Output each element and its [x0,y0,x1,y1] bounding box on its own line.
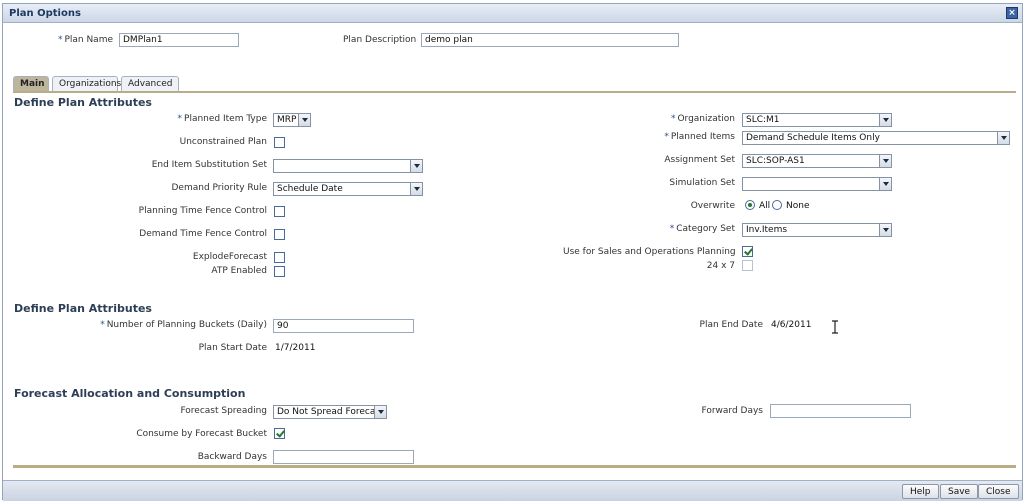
overwrite-none-radio[interactable] [772,200,782,210]
plan-options-dialog: Plan Options × * Plan Name DMPlan1 Plan D… [2,3,1023,501]
explode-forecast-checkbox[interactable] [274,252,285,263]
plan-name-label: * Plan Name [57,35,113,45]
tab-divider [13,91,1016,93]
planned-item-type-label: * Planned Item Type [177,114,267,124]
assignment-set-label: Assignment Set [664,155,735,165]
twenty-four-by-seven-checkbox[interactable] [742,260,753,271]
consume-by-forecast-bucket-label: Consume by Forecast Bucket [136,429,267,439]
dialog-titlebar: Plan Options × [3,4,1022,23]
planning-time-fence-control-label: Planning Time Fence Control [138,206,267,216]
number-of-planning-buckets-label: * Number of Planning Buckets (Daily) [100,320,267,330]
plan-end-date-value: 4/6/2011 [771,320,812,330]
organization-select[interactable]: SLC:M1 [742,113,892,127]
category-set-label: * Category Set [669,224,735,234]
forward-days-field[interactable] [770,404,911,418]
planned-item-type-select[interactable]: MRP [273,113,311,127]
demand-time-fence-control-checkbox[interactable] [274,229,285,240]
plan-start-date-value: 1/7/2011 [275,343,316,353]
help-button[interactable]: Help [902,484,939,499]
close-button[interactable]: Close [978,484,1019,499]
category-set-select[interactable]: Inv.Items [742,223,892,237]
use-for-sop-checkbox[interactable] [742,246,753,257]
overwrite-all-radio[interactable] [745,200,755,210]
dialog-title: Plan Options [9,8,81,19]
organization-label: * Organization [670,114,735,124]
overwrite-label: Overwrite [690,201,735,211]
chevron-down-icon[interactable] [879,155,891,167]
section-heading-forecast-allocation: Forecast Allocation and Consumption [14,387,246,400]
planning-time-fence-control-checkbox[interactable] [274,206,285,217]
number-of-planning-buckets-field[interactable]: 90 [273,319,414,333]
plan-start-date-label: Plan Start Date [198,343,267,353]
assignment-set-select[interactable]: SLC:SOP-AS1 [742,154,892,168]
explode-forecast-label: ExplodeForecast [192,252,267,262]
chevron-down-icon[interactable] [410,160,422,172]
tab-advanced[interactable]: Advanced [121,76,179,91]
backward-days-field[interactable] [273,450,414,464]
end-item-substitution-set-select[interactable] [273,159,423,173]
forecast-spreading-select[interactable]: Do Not Spread Forecast [273,405,387,419]
atp-enabled-checkbox[interactable] [274,266,285,277]
chevron-down-icon[interactable] [879,178,891,190]
demand-priority-rule-select[interactable]: Schedule Date [273,182,423,196]
plan-description-label: Plan Description [343,35,417,45]
overwrite-all-label: All [759,201,771,211]
plan-name-field[interactable]: DMPlan1 [119,33,239,47]
text-cursor-icon [832,320,838,334]
demand-time-fence-control-label: Demand Time Fence Control [139,229,267,239]
content-bottom-divider [13,465,1016,468]
backward-days-label: Backward Days [197,452,267,462]
use-for-sop-label: Use for Sales and Operations Planning [563,247,736,257]
chevron-down-icon[interactable] [410,183,422,195]
tab-organizations[interactable]: Organizations [52,76,121,91]
planned-items-label: * Planned Items [664,132,735,142]
unconstrained-plan-label: Unconstrained Plan [179,137,267,147]
required-marker: * [57,35,63,45]
close-icon[interactable]: × [1006,7,1018,19]
chevron-down-icon[interactable] [997,132,1009,144]
forecast-spreading-label: Forecast Spreading [180,406,267,416]
consume-by-forecast-bucket-checkbox[interactable] [274,428,285,439]
section-heading-plan-attributes: Define Plan Attributes [14,96,152,109]
section-heading-plan-attributes-2: Define Plan Attributes [14,302,152,315]
end-item-substitution-set-label: End Item Substitution Set [151,160,267,170]
forward-days-label: Forward Days [701,406,763,416]
dialog-footer: Help Save Close [3,480,1022,501]
chevron-down-icon[interactable] [298,114,310,126]
twenty-four-by-seven-label: 24 x 7 [706,261,735,271]
overwrite-none-label: None [786,201,810,211]
simulation-set-select[interactable] [742,177,892,191]
chevron-down-icon[interactable] [879,114,891,126]
save-button[interactable]: Save [940,484,979,499]
plan-description-field[interactable]: demo plan [421,33,679,47]
demand-priority-rule-label: Demand Priority Rule [171,183,267,193]
simulation-set-label: Simulation Set [669,178,735,188]
unconstrained-plan-checkbox[interactable] [274,137,285,148]
tab-main[interactable]: Main [13,76,49,91]
chevron-down-icon[interactable] [374,406,386,418]
atp-enabled-label: ATP Enabled [211,266,267,276]
chevron-down-icon[interactable] [879,224,891,236]
plan-end-date-label: Plan End Date [699,320,763,330]
planned-items-select[interactable]: Demand Schedule Items Only [742,131,1010,145]
